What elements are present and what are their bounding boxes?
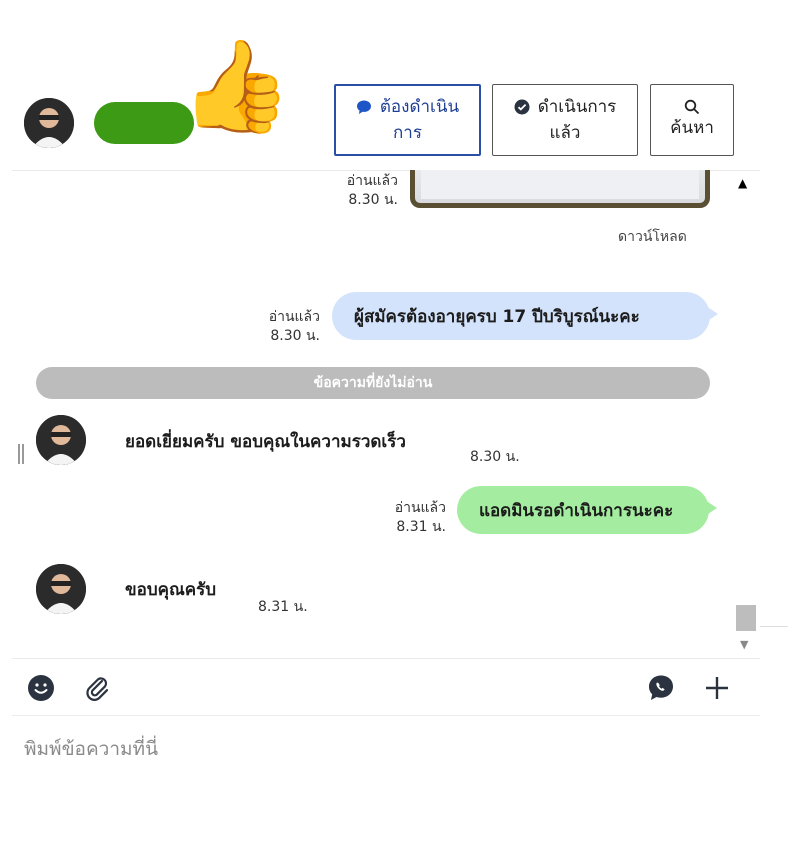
paperclip-icon xyxy=(86,677,109,701)
tab-needs-action-label-2: การ xyxy=(393,123,422,143)
message-time: 8.31 น. xyxy=(258,599,308,615)
tab-done[interactable]: ดำเนินการ แล้ว xyxy=(492,84,638,156)
search-icon xyxy=(684,99,700,114)
scrollbar-thumb[interactable] xyxy=(736,605,756,631)
search-label: ค้นหา xyxy=(670,117,714,138)
out1-meta: อ่านแล้ว 8.30 น. xyxy=(240,308,320,346)
resize-handle[interactable] xyxy=(18,444,24,464)
attach-button[interactable] xyxy=(82,673,112,703)
message-time: 8.30 น. xyxy=(270,327,320,344)
read-status: อ่านแล้ว xyxy=(268,309,320,325)
message-text: ผู้สมัครต้องอายุครบ 17 ปีบริบูรณ์นะคะ xyxy=(354,306,640,327)
sender-avatar[interactable] xyxy=(36,415,86,465)
tab-done-label-1: ดำเนินการ xyxy=(537,96,617,117)
chat-header: 👍 ต้องดำเนิน การ ดำเนินการ แล้ว ค้นหา xyxy=(12,42,760,172)
incoming-message[interactable]: ยอดเยี่ยมครับ ขอบคุณในความรวดเร็ว xyxy=(125,428,406,455)
call-icon xyxy=(649,675,673,700)
sender-avatar[interactable] xyxy=(36,564,86,614)
plus-button[interactable] xyxy=(702,673,732,703)
redacted-name-pill xyxy=(94,102,194,144)
plus-icon xyxy=(706,677,728,699)
message-time: 8.31 น. xyxy=(396,518,446,535)
image-msg-meta: อ่านแล้ว 8.30 น. xyxy=(322,172,398,210)
contact-avatar[interactable] xyxy=(24,98,74,148)
message-text: แอดมินรอดำเนินการนะคะ xyxy=(479,500,674,521)
image-message[interactable] xyxy=(410,170,710,208)
chat-window: 👍 ต้องดำเนิน การ ดำเนินการ แล้ว ค้นหา ▲ … xyxy=(12,42,760,840)
tab-needs-action-label-1: ต้องดำเนิน xyxy=(379,96,460,117)
unread-divider-label: ข้อความที่ยังไม่อ่าน xyxy=(313,375,433,391)
scroll-down-arrow[interactable]: ▼ xyxy=(740,638,748,651)
emoji-button[interactable] xyxy=(26,673,56,703)
download-link[interactable]: ดาวน์โหลด xyxy=(618,226,687,248)
tab-done-label-2: แล้ว xyxy=(549,123,581,143)
out2-meta: อ่านแล้ว 8.31 น. xyxy=(362,499,446,537)
read-status: อ่านแล้ว xyxy=(394,500,446,516)
message-time: 8.30 น. xyxy=(348,191,398,208)
divider xyxy=(760,626,788,627)
message-input[interactable]: พิมพ์ข้อความที่นี่ xyxy=(24,734,158,764)
thumbs-up-icon: 👍 xyxy=(180,34,293,139)
emoji-icon xyxy=(28,675,54,701)
tab-needs-action[interactable]: ต้องดำเนิน การ xyxy=(334,84,481,156)
read-status: อ่านแล้ว xyxy=(346,173,398,189)
chat-bubble-icon xyxy=(356,100,371,114)
outgoing-message[interactable]: แอดมินรอดำเนินการนะคะ xyxy=(457,486,717,534)
message-time: 8.30 น. xyxy=(470,449,520,465)
unread-divider: ข้อความที่ยังไม่อ่าน xyxy=(36,367,710,399)
composer-toolbar xyxy=(12,658,760,716)
incoming-message[interactable]: ขอบคุณครับ xyxy=(125,576,216,603)
call-button[interactable] xyxy=(646,673,676,703)
outgoing-message[interactable]: ผู้สมัครต้องอายุครบ 17 ปีบริบูรณ์นะคะ xyxy=(332,292,718,340)
scroll-up-arrow[interactable]: ▲ xyxy=(738,176,747,190)
check-circle-icon xyxy=(514,99,530,115)
search-button[interactable]: ค้นหา xyxy=(650,84,734,156)
